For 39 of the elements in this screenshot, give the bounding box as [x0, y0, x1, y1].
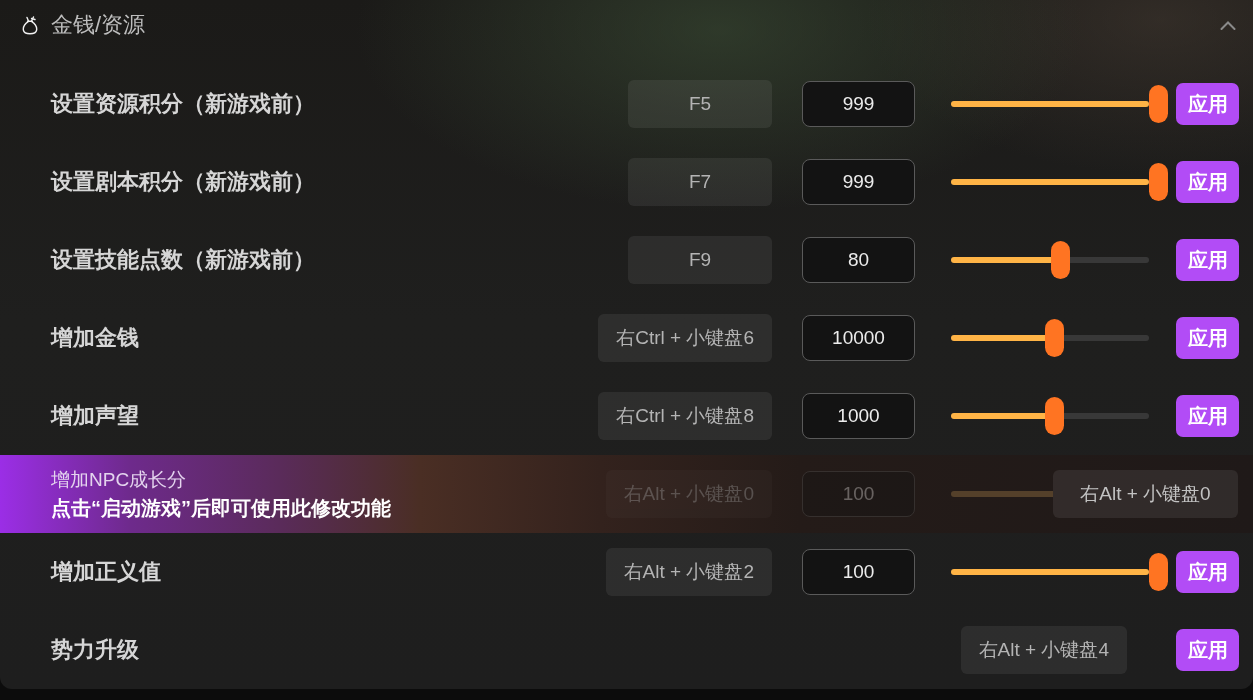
- hotkey-label: F5: [628, 80, 772, 128]
- hotkey-label: F9: [628, 236, 772, 284]
- value-input[interactable]: 999: [802, 159, 915, 205]
- row-label: 设置资源积分（新游戏前）: [51, 90, 315, 118]
- hotkey-label: F7: [628, 158, 772, 206]
- row-label: 势力升级: [51, 636, 139, 664]
- hotkey-label: 右Alt + 小键盘4: [960, 626, 1127, 674]
- row-label: 增加金钱: [51, 324, 139, 352]
- apply-button[interactable]: 应用: [1176, 629, 1239, 671]
- slider-thumb[interactable]: [1149, 553, 1168, 591]
- slider-thumb[interactable]: [1051, 241, 1071, 279]
- apply-button[interactable]: 应用: [1176, 239, 1239, 281]
- apply-button[interactable]: 应用: [1176, 161, 1239, 203]
- apply-button[interactable]: 应用: [1176, 83, 1239, 125]
- row-label: 设置技能点数（新游戏前）: [51, 246, 315, 274]
- value-input[interactable]: 80: [802, 237, 915, 283]
- row-label: 增加NPC成长分: [51, 468, 187, 492]
- hotkey-label: 右Ctrl + 小键盘6: [598, 314, 772, 362]
- hotkey-label: 右Ctrl + 小键盘8: [598, 392, 772, 440]
- chevron-up-icon[interactable]: [1220, 20, 1236, 30]
- apply-button[interactable]: 应用: [1176, 395, 1239, 437]
- hotkey-label: 右Alt + 小键盘2: [605, 548, 772, 596]
- row-label: 增加正义值: [51, 558, 161, 586]
- slider-thumb[interactable]: [1149, 85, 1168, 123]
- value-input[interactable]: 100: [802, 549, 915, 595]
- money-bag-icon: [22, 15, 38, 35]
- apply-button[interactable]: 应用: [1176, 551, 1239, 593]
- slider-thumb[interactable]: [1044, 397, 1064, 435]
- value-input[interactable]: 999: [802, 81, 915, 127]
- hotkey-badge: 右Alt + 小键盘0: [1053, 470, 1238, 518]
- row-label: 设置剧本积分（新游戏前）: [51, 168, 315, 196]
- lock-message: 点击“启动游戏”后即可使用此修改功能: [51, 496, 391, 521]
- section-title: 金钱/资源: [51, 11, 146, 39]
- value-input[interactable]: 10000: [802, 315, 915, 361]
- slider-thumb[interactable]: [1044, 319, 1064, 357]
- value-input[interactable]: 1000: [802, 393, 915, 439]
- apply-button[interactable]: 应用: [1176, 317, 1239, 359]
- slider-thumb[interactable]: [1149, 163, 1168, 201]
- row-label: 增加声望: [51, 402, 139, 430]
